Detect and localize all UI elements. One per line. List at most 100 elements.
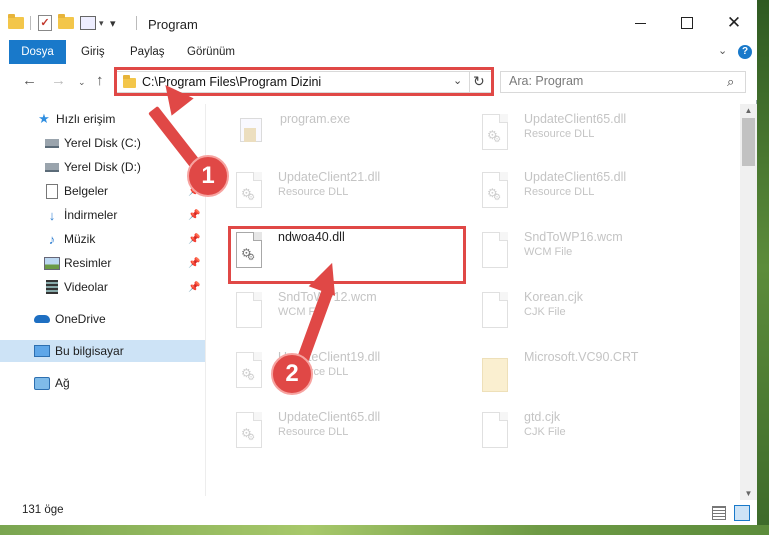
file-item[interactable]: program.exe [234,110,470,162]
file-item[interactable]: gtd.cjk CJK File [478,408,714,460]
sidebar-item-this-pc[interactable]: Bu bilgisayar [0,340,205,362]
file-type: WCM File [524,246,573,258]
documents-icon [44,183,60,199]
help-icon[interactable]: ? [738,45,752,59]
pin-icon[interactable]: 📌 [188,258,200,269]
sidebar-item-label: İndirmeler [64,208,118,222]
drive-icon [44,136,60,150]
file-item[interactable]: SndToWP12.wcm WCM File [232,288,468,340]
file-item[interactable]: ⚙ ⚙ UpdateClient19.dll Resource DLL [232,348,468,400]
quick-access-dropdown-icon[interactable]: ▾ [110,14,116,32]
tab-share[interactable]: Paylaş [130,40,165,64]
file-name: UpdateClient65.dll [524,112,627,126]
dll-icon: ⚙ ⚙ [232,172,264,212]
item-count: 131 öge [22,504,64,516]
dll-icon: ⚙ ⚙ [478,172,510,212]
scroll-thumb[interactable] [742,118,755,166]
sidebar-item-label: OneDrive [55,312,106,326]
exe-icon [234,114,266,154]
dll-icon: ⚙ ⚙ [232,412,264,452]
navigation-pane: ★ Hızlı erişim Yerel Disk (C:) Yerel Dis… [0,104,206,496]
search-icon[interactable]: ⌕ [727,74,734,90]
expand-ribbon-icon[interactable]: ⌄ [718,44,727,57]
address-separator [469,72,470,92]
vertical-scrollbar[interactable]: ▲ ▼ [740,104,757,500]
recent-locations-icon[interactable]: ⌄ [78,77,86,88]
dll-icon: ⚙ ⚙ [478,114,510,154]
search-input[interactable] [509,74,709,88]
sidebar-item-videos[interactable]: Videolar 📌 [0,276,205,298]
star-icon: ★ [38,111,50,126]
file-item[interactable]: SndToWP16.wcm WCM File [478,228,714,280]
sidebar-item-label: Müzik [64,232,96,246]
file-name: UpdateClient21.dll [278,170,381,184]
file-icon [478,292,510,332]
new-folder-icon[interactable] [58,14,74,32]
up-arrow-icon[interactable]: ↑ [96,72,104,89]
file-explorer-window: ✓ ▾ ▾ Program ✕ Dosya Giriş Paylaş Görün… [0,0,757,525]
minimize-button[interactable] [620,8,660,38]
sidebar-item-downloads[interactable]: ↓ İndirmeler 📌 [0,204,205,226]
cloud-icon [34,312,50,326]
sidebar-item-local-disk-d[interactable]: Yerel Disk (D:) [0,156,205,178]
pin-icon[interactable]: 📌 [188,210,200,221]
file-item[interactable]: ⚙ ⚙ UpdateClient65.dll Resource DLL [232,408,468,460]
sidebar-item-label: Bu bilgisayar [55,344,124,358]
forward-arrow-icon[interactable]: → [51,72,66,89]
sidebar-item-onedrive[interactable]: OneDrive [0,308,205,330]
sidebar-item-label: Hızlı erişim [56,112,116,126]
computer-icon [34,344,50,358]
file-name: SndToWP16.wcm [524,230,623,244]
search-box[interactable]: ⌕ [500,71,746,93]
tiles-view-icon[interactable] [734,505,750,521]
sidebar-item-label: Videolar [64,280,108,294]
pictures-icon [44,256,60,270]
file-item[interactable]: Korean.cjk CJK File [478,288,714,340]
pin-icon[interactable]: 📌 [188,282,200,293]
sidebar-item-pictures[interactable]: Resimler 📌 [0,252,205,274]
refresh-icon[interactable]: ↻ [473,73,485,90]
file-type: Resource DLL [524,128,595,140]
file-name: gtd.cjk [524,410,561,424]
file-name: ndwoa40.dll [278,230,345,244]
file-name: Microsoft.VC90.CRT [524,350,639,364]
scroll-up-icon[interactable]: ▲ [740,106,757,115]
app-folder-icon [8,14,24,32]
sidebar-item-network[interactable]: Ağ [0,372,205,394]
close-icon: ✕ [726,13,742,32]
status-bar: 131 öge [0,500,757,525]
sidebar-item-label: Yerel Disk (D:) [64,160,141,174]
file-name: UpdateClient65.dll [524,170,627,184]
sidebar-item-label: Yerel Disk (C:) [64,136,141,150]
file-icon [478,412,510,452]
step-2-badge: 2 [271,353,313,395]
file-item[interactable]: ⚙ ⚙ UpdateClient65.dll Resource DLL [478,168,714,220]
address-dropdown-icon[interactable]: ⌄ [453,74,462,87]
ribbon-tabs: Dosya Giriş Paylaş Görünüm ⌄ ? [0,40,757,65]
step-1-badge: 1 [187,155,229,197]
address-folder-icon [123,75,136,88]
close-button[interactable]: ✕ [714,8,754,38]
maximize-button[interactable] [667,8,707,38]
file-item[interactable]: ⚙ ⚙ UpdateClient21.dll Resource DLL [232,168,468,220]
back-arrow-icon[interactable]: ← [22,72,37,89]
window-title: Program [148,17,198,32]
desktop-background-bottom [0,525,769,535]
tab-file[interactable]: Dosya [9,40,66,64]
customize-toolbar-icon[interactable]: ▾ [80,14,104,32]
file-item[interactable]: Microsoft.VC90.CRT [478,348,714,400]
tab-home[interactable]: Giriş [81,40,105,64]
music-icon: ♪ [48,231,56,247]
file-name: Korean.cjk [524,290,584,304]
file-item[interactable]: ⚙ ⚙ UpdateClient65.dll Resource DLL [478,110,714,162]
scroll-down-icon[interactable]: ▼ [740,489,757,498]
details-view-icon[interactable] [712,506,726,520]
sidebar-item-label: Ağ [55,376,70,390]
sidebar-item-documents[interactable]: Belgeler 📌 [0,180,205,202]
file-item-selected[interactable]: ⚙ ⚙ ndwoa40.dll [232,228,468,280]
properties-check-icon[interactable]: ✓ [38,14,52,32]
pin-icon[interactable]: 📌 [188,234,200,245]
tab-view[interactable]: Görünüm [187,40,235,64]
navigation-bar: ← → ⌄ ↑ C:\Program Files\Program Dizini … [0,64,757,100]
sidebar-item-music[interactable]: ♪ Müzik 📌 [0,228,205,250]
